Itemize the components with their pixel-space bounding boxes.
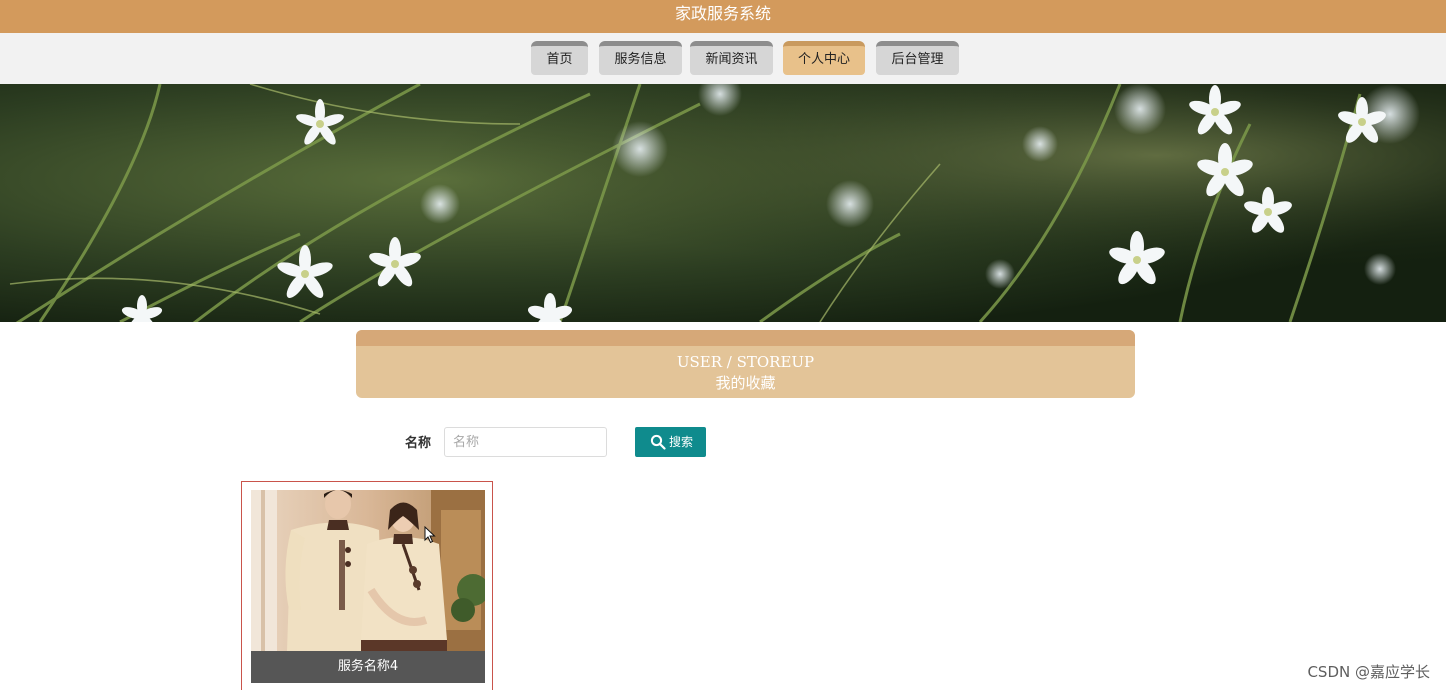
- nav-item-service-info[interactable]: 服务信息: [599, 41, 682, 75]
- search-icon: [650, 434, 666, 450]
- flower-field-illustration: [0, 84, 1446, 322]
- nav-item-news[interactable]: 新闻资讯: [690, 41, 773, 75]
- service-photo-illustration: [251, 490, 485, 651]
- service-photo: [251, 490, 485, 651]
- search-input[interactable]: [444, 427, 607, 457]
- nav-item-home[interactable]: 首页: [531, 41, 588, 75]
- favorite-card[interactable]: 服务名称4: [241, 481, 493, 690]
- mouse-cursor-icon: [424, 526, 436, 544]
- nav-bar: 首页 服务信息 新闻资讯 个人中心 后台管理: [0, 33, 1446, 84]
- banner-image: [0, 84, 1446, 322]
- section-title-cn: 我的收藏: [715, 374, 776, 392]
- watermark: CSDN @嘉应学长: [1307, 663, 1430, 681]
- section-header: USER / STOREUP 我的收藏: [356, 330, 1135, 398]
- site-title: 家政服务系统: [0, 0, 1446, 33]
- section-header-strip: [356, 330, 1135, 346]
- nav-item-admin[interactable]: 后台管理: [876, 41, 959, 75]
- search-label: 名称: [405, 436, 432, 451]
- favorite-card-title: 服务名称4: [251, 651, 485, 683]
- search-button-label: 搜索: [669, 435, 694, 449]
- search-button[interactable]: 搜索: [635, 427, 706, 457]
- nav-item-personal-center[interactable]: 个人中心: [783, 41, 865, 75]
- section-title-en: USER / STOREUP: [676, 353, 815, 371]
- page: 家政服务系统 首页 服务信息 新闻资讯 个人中心 后台管理 USER / STO…: [0, 0, 1446, 690]
